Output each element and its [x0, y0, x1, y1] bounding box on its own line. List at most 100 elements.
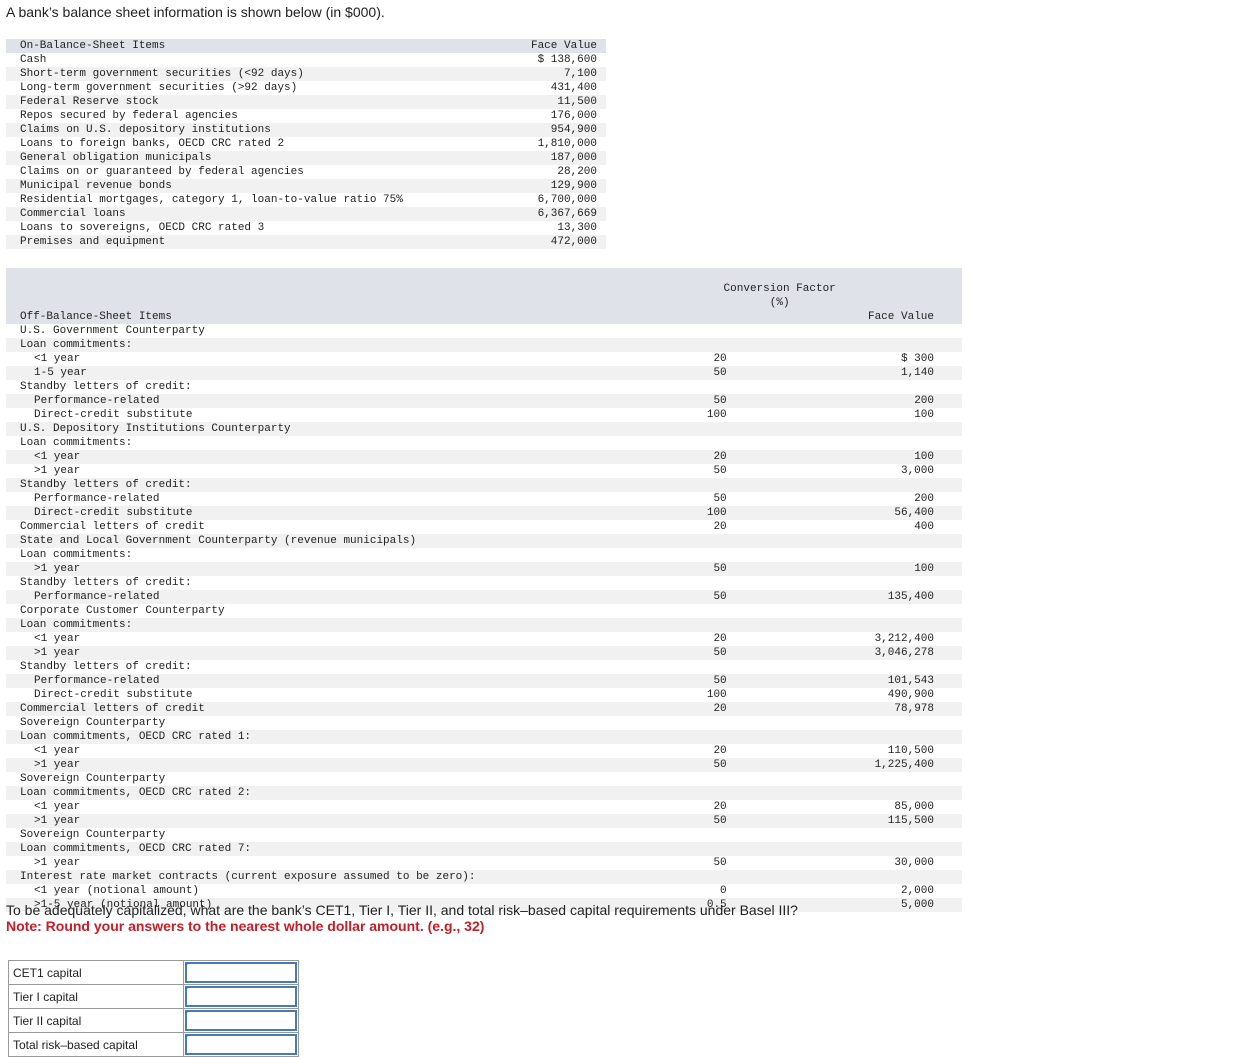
item-label: Standby letters of credit: — [6, 478, 662, 492]
item-face-value: 78,978 — [844, 702, 962, 716]
item-face-value: 135,400 — [844, 590, 962, 604]
conversion-factor: 20 — [713, 745, 727, 757]
item-label: Standby letters of credit: — [20, 381, 192, 393]
table-row: >1 year 50 3,000 — [6, 464, 962, 478]
item-label: Commercial letters of credit — [6, 702, 662, 716]
table-row: Commercial loans 6,367,669 — [6, 207, 606, 221]
conversion-factor — [662, 660, 845, 674]
table-row: Sovereign Counterparty — [6, 828, 962, 842]
item-label: >1 year — [6, 758, 662, 772]
item-face-value: 100 — [844, 562, 962, 576]
table-row: Residential mortgages, category 1, loan-… — [6, 193, 606, 207]
item-label: State and Local Government Counterparty … — [6, 534, 662, 548]
conversion-factor: 100 — [706, 689, 727, 701]
item-label: Interest rate market contracts (current … — [6, 870, 662, 884]
item-label: Repos secured by federal agencies — [20, 110, 238, 122]
table-row: >1 year 50 3,046,278 — [6, 646, 962, 660]
conversion-factor — [662, 548, 845, 562]
item-label: >1 year — [34, 857, 81, 869]
answer-row: Tier I capital — [8, 984, 299, 1009]
table-row: Sovereign Counterparty — [6, 772, 962, 786]
item-face-value: 472,000 — [522, 235, 606, 249]
table-row: Performance-related 50 200 — [6, 492, 962, 506]
item-face-value: 100 — [844, 450, 962, 464]
table-row: >1 year 50 115,500 — [6, 814, 962, 828]
conversion-factor: 20 — [661, 702, 845, 716]
answer-flag-icon — [185, 962, 190, 967]
answer-cell — [183, 984, 299, 1009]
item-face-value: 431,400 — [550, 82, 597, 94]
item-label: Performance-related — [34, 493, 160, 505]
answer-input[interactable] — [185, 1010, 297, 1031]
item-face-value: 110,500 — [887, 745, 934, 757]
conversion-factor: 50 — [713, 857, 727, 869]
conversion-factor — [661, 786, 845, 800]
item-label: U.S. Government Counterparty — [20, 325, 205, 337]
table-row: Claims on U.S. depository institutions 95… — [6, 123, 606, 137]
item-label: Commercial loans — [6, 207, 522, 221]
table-row: Interest rate market contracts (current … — [6, 870, 962, 884]
conversion-factor — [661, 870, 845, 884]
item-label: Premises and equipment — [6, 235, 522, 249]
item-face-value — [844, 842, 962, 856]
on-balance-header-label: On-Balance-Sheet Items — [6, 39, 522, 53]
table-row: Federal Reserve stock 11,500 — [6, 95, 606, 109]
answer-label: Total risk–based capital — [8, 1032, 184, 1057]
conversion-factor: 50 — [713, 465, 727, 477]
answer-input[interactable] — [185, 986, 297, 1007]
item-face-value — [845, 604, 962, 618]
conversion-factor — [662, 576, 845, 590]
conversion-factor: 20 — [713, 801, 727, 813]
item-label: Performance-related — [6, 590, 662, 604]
item-face-value: 200 — [844, 394, 962, 408]
answer-label: CET1 capital — [8, 960, 184, 985]
answer-cell — [183, 1032, 299, 1057]
table-row: Premises and equipment 472,000 — [6, 235, 606, 249]
table-row: Performance-related 50 101,543 — [6, 674, 962, 688]
conversion-factor: 100 — [661, 506, 845, 520]
conversion-factor: 50 — [661, 814, 845, 828]
table-row: <1 year 20 85,000 — [6, 800, 962, 814]
item-label: U.S. Depository Institutions Counterpart… — [6, 422, 662, 436]
table-row: <1 year 20 $ 300 — [6, 352, 962, 366]
conversion-factor: 50 — [661, 562, 845, 576]
item-label: Loan commitments: — [20, 437, 133, 449]
table-row: Standby letters of credit: — [6, 380, 962, 394]
off-balance-header-label: Off-Balance-Sheet Items — [6, 268, 662, 324]
conversion-factor — [661, 730, 845, 744]
item-label: Long-term government securities (>92 day… — [20, 82, 298, 94]
conversion-factor — [661, 534, 845, 548]
table-row: Loan commitments, OECD CRC rated 7: — [6, 842, 962, 856]
item-label: <1 year — [34, 801, 81, 813]
conversion-factor — [662, 604, 845, 618]
item-label: >1 year — [6, 814, 662, 828]
item-label: Federal Reserve stock — [6, 95, 522, 109]
item-label: Standby letters of credit: — [20, 577, 192, 589]
table-row: Performance-related 50 200 — [6, 394, 962, 408]
conversion-factor: 20 — [713, 521, 727, 533]
conversion-factor: 20 — [713, 353, 727, 365]
item-face-value: 6,367,669 — [522, 207, 606, 221]
item-label: >1 year — [6, 646, 662, 660]
item-face-value — [844, 534, 962, 548]
intro-text: A bank’s balance sheet information is sh… — [6, 4, 385, 20]
conversion-factor — [662, 716, 845, 730]
item-label: Standby letters of credit: — [20, 661, 192, 673]
item-face-value: 5,000 — [844, 898, 962, 912]
conversion-factor — [662, 380, 845, 394]
item-face-value — [845, 828, 962, 842]
item-label: Short-term government securities (<92 da… — [6, 67, 522, 81]
table-row: Claims on or guaranteed by federal agenc… — [6, 165, 606, 179]
table-row: Loan commitments, OECD CRC rated 1: — [6, 730, 962, 744]
item-face-value: 200 — [914, 493, 934, 505]
table-row: Direct-credit substitute 100 56,400 — [6, 506, 962, 520]
conversion-factor — [662, 828, 845, 842]
item-face-value: 187,000 — [522, 151, 606, 165]
item-label: Claims on or guaranteed by federal agenc… — [20, 166, 304, 178]
table-row: Corporate Customer Counterparty — [6, 604, 962, 618]
off-balance-sheet-table: Off-Balance-Sheet Items Conversion Facto… — [6, 268, 962, 912]
conversion-factor: 50 — [661, 366, 845, 380]
answer-row: CET1 capital — [8, 960, 299, 985]
item-face-value — [845, 324, 962, 338]
answer-input[interactable] — [185, 962, 297, 983]
